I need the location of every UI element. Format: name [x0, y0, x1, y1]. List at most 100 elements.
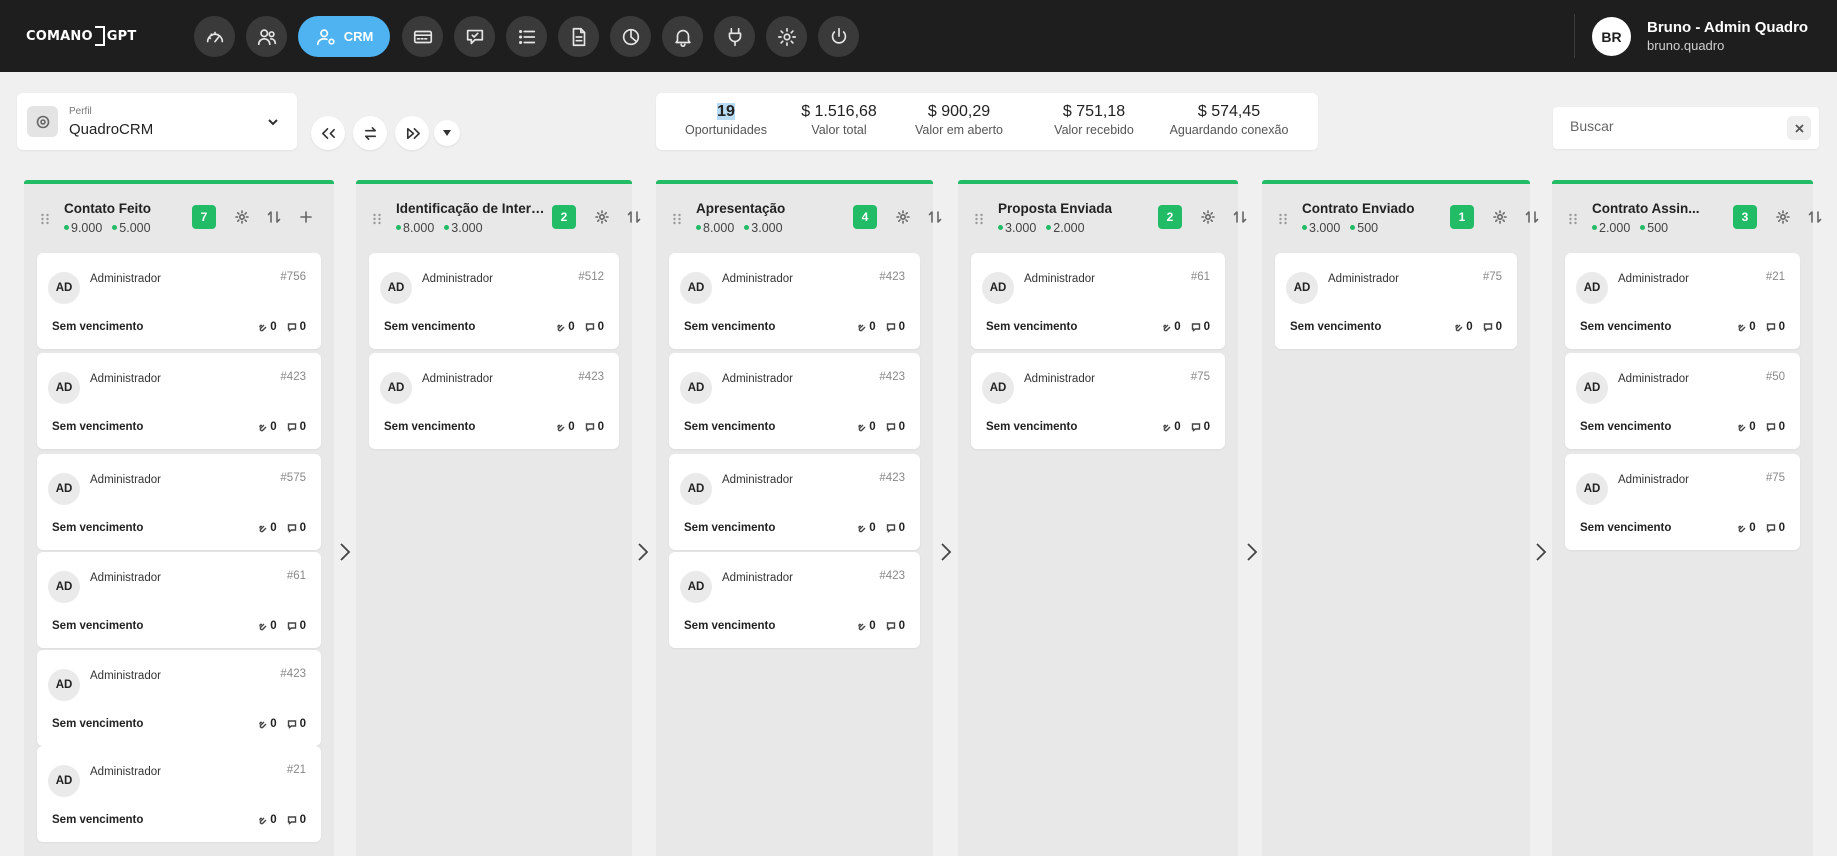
- nav-contacts-button[interactable]: [246, 16, 287, 57]
- chevron-right-icon: [1247, 543, 1258, 561]
- chevron-right-icon: [1536, 543, 1547, 561]
- nav-lists-button[interactable]: [506, 16, 547, 57]
- app-logo[interactable]: COMANO GPT: [26, 25, 136, 47]
- comments-count: 0: [287, 321, 306, 333]
- opportunity-card[interactable]: AD Administrador #75 Sem vencimento 0 0: [1275, 253, 1517, 349]
- column-sort-button[interactable]: [1524, 209, 1540, 225]
- expand-right-button[interactable]: [395, 116, 429, 150]
- paperclip-icon: [557, 324, 565, 332]
- comment-icon: [287, 423, 296, 432]
- avatar: AD: [680, 571, 712, 603]
- column-value-1: 8.000: [403, 221, 435, 235]
- search-input[interactable]: [1570, 118, 1770, 134]
- document-icon: [572, 27, 585, 46]
- opportunity-card[interactable]: AD Administrador #575 Sem vencimento 0 0: [37, 454, 321, 550]
- nav-notifications-button[interactable]: [662, 16, 703, 57]
- column-settings-button[interactable]: [234, 209, 250, 225]
- nav-connections-button[interactable]: [402, 16, 443, 57]
- nav-logout-button[interactable]: [818, 16, 859, 57]
- status-dot: [64, 225, 69, 230]
- grip-icon: [975, 213, 983, 225]
- avatar: AD: [48, 571, 80, 603]
- column-sort-button[interactable]: [927, 209, 943, 225]
- attachments-value: 0: [1749, 321, 1756, 333]
- opportunity-card[interactable]: AD Administrador #423 Sem vencimento 0 0: [37, 353, 321, 449]
- opportunity-card[interactable]: AD Administrador #423 Sem vencimento 0 0: [37, 650, 321, 746]
- stat-label: Valor total: [811, 123, 867, 137]
- nav-documents-button[interactable]: [558, 16, 599, 57]
- opportunity-card[interactable]: AD Administrador #21 Sem vencimento 0 0: [37, 746, 321, 842]
- opportunity-card[interactable]: AD Administrador #423 Sem vencimento 0 0: [369, 353, 619, 449]
- column-sort-button[interactable]: [626, 209, 642, 225]
- user-avatar[interactable]: BR: [1592, 17, 1631, 56]
- column-settings-button[interactable]: [1492, 209, 1508, 225]
- opportunity-card[interactable]: AD Administrador #423 Sem vencimento 0 0: [669, 454, 920, 550]
- next-stage-arrow[interactable]: [1246, 542, 1258, 562]
- comments-value: 0: [898, 522, 905, 534]
- opportunity-card[interactable]: AD Administrador #512 Sem vencimento 0 0: [369, 253, 619, 349]
- comments-value: 0: [898, 421, 905, 433]
- opportunity-card[interactable]: AD Administrador #61 Sem vencimento 0 0: [971, 253, 1225, 349]
- opportunity-card[interactable]: AD Administrador #423 Sem vencimento 0 0: [669, 353, 920, 449]
- next-stage-arrow[interactable]: [1535, 542, 1547, 562]
- column-settings-button[interactable]: [895, 209, 911, 225]
- card-assignee: Administrador: [90, 572, 161, 584]
- drag-handle-icon[interactable]: [1568, 212, 1578, 225]
- opportunity-card[interactable]: AD Administrador #21 Sem vencimento 0 0: [1565, 253, 1800, 349]
- card-due-date: Sem vencimento: [52, 522, 144, 534]
- nav-reports-button[interactable]: [610, 16, 651, 57]
- opportunity-card[interactable]: AD Administrador #75 Sem vencimento 0 0: [1565, 454, 1800, 550]
- comments-value: 0: [1203, 421, 1210, 433]
- opportunity-card[interactable]: AD Administrador #50 Sem vencimento 0 0: [1565, 353, 1800, 449]
- column-values: 3.000 2.000: [998, 221, 1095, 235]
- card-id: #512: [578, 271, 604, 283]
- column-sort-button[interactable]: [1807, 209, 1823, 225]
- card-due-date: Sem vencimento: [52, 718, 144, 730]
- column-settings-button[interactable]: [594, 209, 610, 225]
- opportunity-card[interactable]: AD Administrador #756 Sem vencimento 0 0: [37, 253, 321, 349]
- nav-integrations-button[interactable]: [714, 16, 755, 57]
- next-stage-arrow[interactable]: [637, 542, 649, 562]
- chevron-right-icon: [638, 543, 649, 561]
- drag-handle-icon[interactable]: [974, 212, 984, 225]
- drag-handle-icon[interactable]: [1278, 212, 1288, 225]
- gear-icon: [1776, 210, 1790, 224]
- next-stage-arrow[interactable]: [339, 542, 351, 562]
- column-value-2: 500: [1357, 221, 1379, 235]
- nav-messages-button[interactable]: [454, 16, 495, 57]
- status-dot: [1350, 225, 1356, 230]
- grip-icon: [673, 213, 681, 225]
- gear-icon: [235, 210, 249, 224]
- drag-handle-icon[interactable]: [40, 212, 50, 225]
- nav-dashboard-button[interactable]: [194, 16, 235, 57]
- profile-select[interactable]: Perfil QuadroCRM: [17, 93, 297, 150]
- column-settings-button[interactable]: [1775, 209, 1791, 225]
- collapse-left-button[interactable]: [311, 116, 345, 150]
- card-due-date: Sem vencimento: [1580, 421, 1672, 433]
- opportunity-card[interactable]: AD Administrador #61 Sem vencimento 0 0: [37, 552, 321, 648]
- opportunity-card[interactable]: AD Administrador #423 Sem vencimento 0 0: [669, 253, 920, 349]
- comments-value: 0: [299, 620, 306, 632]
- attachments-count: 0: [257, 620, 277, 632]
- search-clear-button[interactable]: [1787, 116, 1811, 140]
- column-title: Contato Feito: [64, 201, 151, 216]
- column-sort-button[interactable]: [266, 209, 282, 225]
- column-settings-button[interactable]: [1200, 209, 1216, 225]
- next-stage-arrow[interactable]: [940, 542, 952, 562]
- sort-icon: [928, 211, 942, 223]
- comments-count: 0: [1766, 421, 1785, 433]
- column-sort-button[interactable]: [1232, 209, 1248, 225]
- nav-settings-button[interactable]: [766, 16, 807, 57]
- card-id: #21: [286, 764, 306, 776]
- drag-handle-icon[interactable]: [672, 212, 682, 225]
- attachments-value: 0: [270, 620, 277, 632]
- filter-dropdown-button[interactable]: [434, 120, 460, 146]
- drag-handle-icon[interactable]: [372, 212, 382, 225]
- card-meta: 00: [1453, 321, 1502, 333]
- card-meta: 00: [1161, 321, 1210, 333]
- opportunity-card[interactable]: AD Administrador #423 Sem vencimento 0 0: [669, 552, 920, 648]
- opportunity-card[interactable]: AD Administrador #75 Sem vencimento 0 0: [971, 353, 1225, 449]
- nav-crm-button[interactable]: CRM: [298, 16, 390, 57]
- add-card-button[interactable]: [298, 209, 314, 225]
- toggle-columns-button[interactable]: [353, 116, 387, 150]
